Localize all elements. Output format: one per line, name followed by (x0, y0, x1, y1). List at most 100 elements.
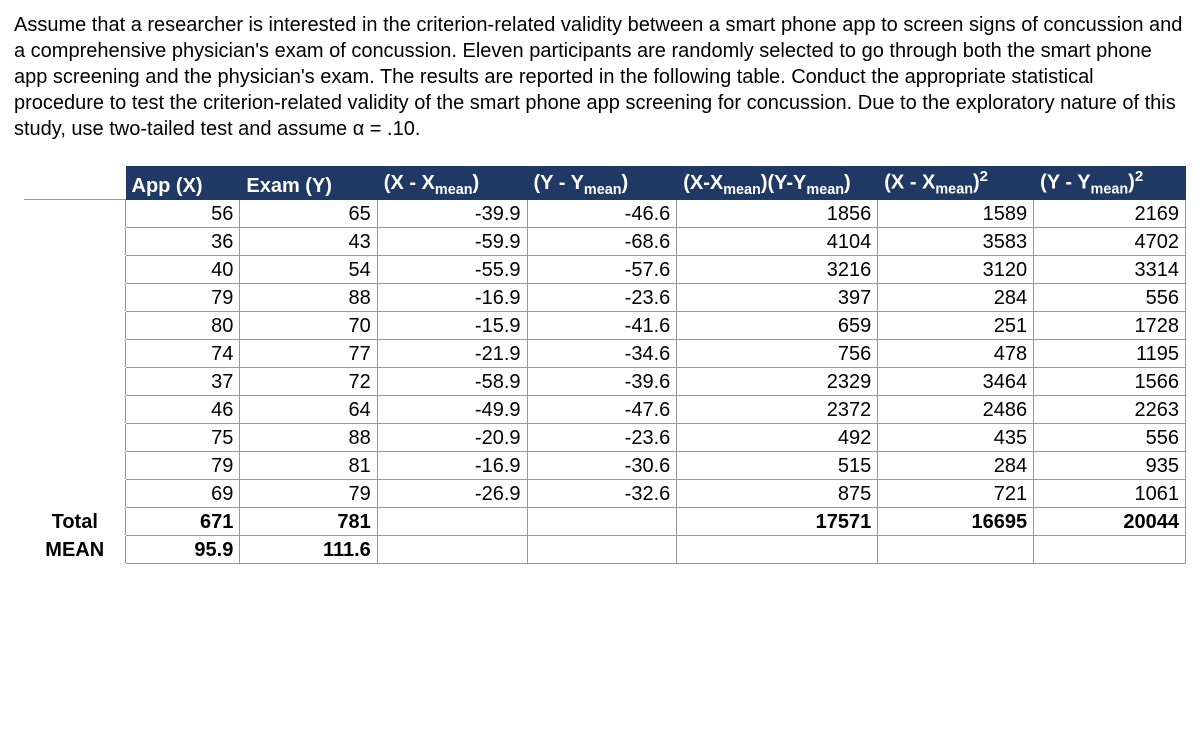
cell-x-dev-sq: 435 (878, 423, 1034, 451)
table-row: 6979-26.9-32.68757211061 (25, 479, 1186, 507)
cell-y-dev-sq: 935 (1034, 451, 1186, 479)
cell-y: 43 (240, 227, 377, 255)
cell-x-dev: -55.9 (377, 255, 527, 283)
cell-y-dev-sq: 1566 (1034, 367, 1186, 395)
row-label-blank (25, 395, 126, 423)
cell-x-dev-sq: 3583 (878, 227, 1034, 255)
cell-x-dev: -21.9 (377, 339, 527, 367)
row-label-blank (25, 451, 126, 479)
row-label-blank (25, 339, 126, 367)
mean-y: 111.6 (240, 535, 377, 563)
cell-y-dev: -68.6 (527, 227, 677, 255)
cell-x-dev: -39.9 (377, 199, 527, 227)
cell-y: 88 (240, 283, 377, 311)
cell-x: 75 (125, 423, 240, 451)
row-label-blank (25, 255, 126, 283)
cell-y-dev: -34.6 (527, 339, 677, 367)
cell-x-dev-sq: 2486 (878, 395, 1034, 423)
cell-y-dev-sq: 1728 (1034, 311, 1186, 339)
cell-x: 74 (125, 339, 240, 367)
header-x-dev: (X - Xmean) (377, 167, 527, 200)
row-label-blank (25, 283, 126, 311)
total-y: 781 (240, 507, 377, 535)
data-table: App (X) Exam (Y) (X - Xmean) (Y - Ymean)… (24, 166, 1186, 564)
cell-cross: 875 (677, 479, 878, 507)
row-label-blank (25, 311, 126, 339)
table-row: 4054-55.9-57.6321631203314 (25, 255, 1186, 283)
mean-label: MEAN (25, 535, 126, 563)
cell-cross: 2372 (677, 395, 878, 423)
cell-x: 79 (125, 283, 240, 311)
total-y-dev-sq: 20044 (1034, 507, 1186, 535)
problem-prompt: Assume that a researcher is interested i… (14, 12, 1186, 142)
cell-y-dev: -23.6 (527, 283, 677, 311)
total-cross: 17571 (677, 507, 878, 535)
cell-x-dev-sq: 721 (878, 479, 1034, 507)
cell-x-dev-sq: 3464 (878, 367, 1034, 395)
header-exam-y: Exam (Y) (240, 167, 377, 200)
cell-x-dev-sq: 1589 (878, 199, 1034, 227)
cell-cross: 4104 (677, 227, 878, 255)
mean-blank (1034, 535, 1186, 563)
row-label-blank (25, 479, 126, 507)
cell-cross: 2329 (677, 367, 878, 395)
cell-cross: 1856 (677, 199, 878, 227)
cell-x-dev: -59.9 (377, 227, 527, 255)
cell-y: 88 (240, 423, 377, 451)
cell-cross: 756 (677, 339, 878, 367)
cell-x-dev: -20.9 (377, 423, 527, 451)
cell-x-dev: -49.9 (377, 395, 527, 423)
cell-y-dev: -46.6 (527, 199, 677, 227)
cell-x-dev-sq: 284 (878, 283, 1034, 311)
cell-y-dev-sq: 1195 (1034, 339, 1186, 367)
cell-y-dev: -47.6 (527, 395, 677, 423)
cell-cross: 3216 (677, 255, 878, 283)
cell-x: 80 (125, 311, 240, 339)
table-row: 5665-39.9-46.6185615892169 (25, 199, 1186, 227)
total-blank (377, 507, 527, 535)
total-x: 671 (125, 507, 240, 535)
cell-y-dev: -23.6 (527, 423, 677, 451)
row-label-blank (25, 423, 126, 451)
table-row: 8070-15.9-41.66592511728 (25, 311, 1186, 339)
cell-y-dev: -30.6 (527, 451, 677, 479)
cell-y-dev-sq: 2169 (1034, 199, 1186, 227)
mean-blank (677, 535, 878, 563)
cell-x-dev: -15.9 (377, 311, 527, 339)
table-row: 7981-16.9-30.6515284935 (25, 451, 1186, 479)
cell-x: 69 (125, 479, 240, 507)
header-y-dev: (Y - Ymean) (527, 167, 677, 200)
cell-y: 72 (240, 367, 377, 395)
cell-y-dev-sq: 2263 (1034, 395, 1186, 423)
header-app-x: App (X) (125, 167, 240, 200)
cell-x: 79 (125, 451, 240, 479)
cell-cross: 515 (677, 451, 878, 479)
cell-y: 77 (240, 339, 377, 367)
cell-y-dev-sq: 4702 (1034, 227, 1186, 255)
cell-y: 79 (240, 479, 377, 507)
cell-x: 36 (125, 227, 240, 255)
cell-y-dev-sq: 556 (1034, 423, 1186, 451)
cell-x-dev: -16.9 (377, 283, 527, 311)
cell-x: 46 (125, 395, 240, 423)
mean-blank (377, 535, 527, 563)
table-row: 7588-20.9-23.6492435556 (25, 423, 1186, 451)
cell-x-dev: -58.9 (377, 367, 527, 395)
cell-x-dev-sq: 3120 (878, 255, 1034, 283)
mean-x: 95.9 (125, 535, 240, 563)
total-blank (527, 507, 677, 535)
total-row: Total671781 175711669520044 (25, 507, 1186, 535)
cell-y: 81 (240, 451, 377, 479)
cell-y-dev-sq: 3314 (1034, 255, 1186, 283)
table-row: 3772-58.9-39.6232934641566 (25, 367, 1186, 395)
cell-y-dev: -32.6 (527, 479, 677, 507)
total-x-dev-sq: 16695 (878, 507, 1034, 535)
total-label: Total (25, 507, 126, 535)
cell-x: 37 (125, 367, 240, 395)
header-row: App (X) Exam (Y) (X - Xmean) (Y - Ymean)… (25, 167, 1186, 200)
cell-x-dev-sq: 284 (878, 451, 1034, 479)
cell-cross: 492 (677, 423, 878, 451)
header-blank (25, 167, 126, 200)
row-label-blank (25, 227, 126, 255)
cell-y: 70 (240, 311, 377, 339)
